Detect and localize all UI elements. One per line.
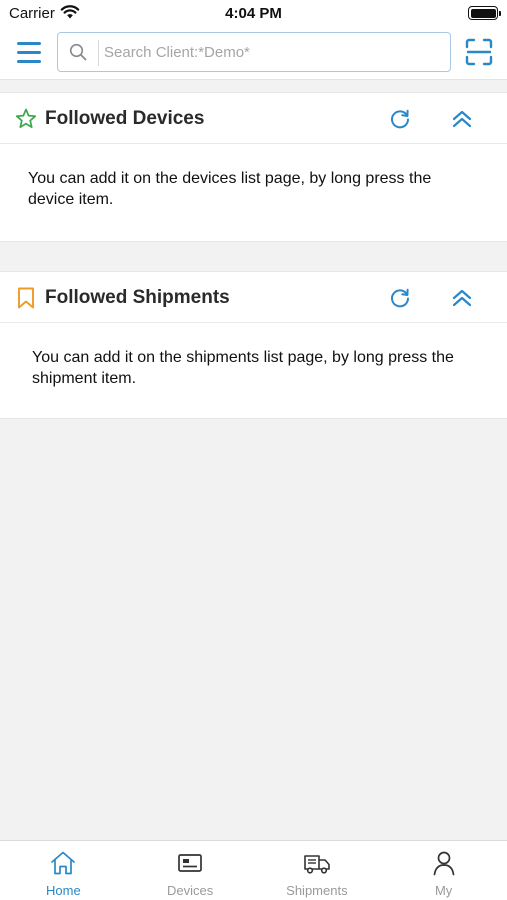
tab-home[interactable]: Home	[0, 841, 127, 900]
person-icon	[433, 851, 454, 876]
tab-label: Devices	[167, 883, 214, 898]
card-message: You can add it on the devices list page,…	[28, 170, 432, 208]
scan-icon[interactable]	[465, 38, 493, 66]
card-message: You can add it on the shipments list pag…	[32, 349, 454, 387]
followed-shipments-card: Followed Shipments You can add it on the…	[0, 271, 507, 419]
card-header: Followed Shipments	[0, 272, 507, 323]
device-card-icon	[178, 854, 202, 872]
refresh-icon[interactable]	[388, 286, 412, 310]
tab-devices[interactable]: Devices	[127, 841, 254, 900]
card-title: Followed Devices	[45, 108, 205, 129]
star-outline-icon	[15, 108, 37, 128]
tab-my[interactable]: My	[380, 841, 507, 900]
tab-label: Home	[46, 883, 81, 898]
battery-icon	[468, 6, 501, 20]
status-bar: Carrier 4:04 PM	[0, 0, 507, 28]
double-chevron-up-icon[interactable]	[450, 286, 474, 310]
search-icon	[69, 43, 87, 61]
hamburger-menu-button[interactable]	[17, 42, 41, 64]
card-title: Followed Shipments	[45, 287, 230, 308]
search-input[interactable]	[104, 38, 434, 66]
tab-label: Shipments	[286, 883, 348, 898]
followed-devices-card: Followed Devices You can add it on the d…	[0, 92, 507, 242]
truck-icon	[304, 855, 330, 874]
top-bar	[0, 28, 507, 80]
bookmark-icon	[18, 287, 34, 309]
refresh-icon[interactable]	[388, 107, 412, 131]
bottom-tab-bar: Home Devices Shipments My	[0, 840, 507, 900]
home-icon	[51, 851, 76, 875]
double-chevron-up-icon[interactable]	[450, 107, 474, 131]
search-divider	[98, 40, 99, 66]
tab-shipments[interactable]: Shipments	[254, 841, 381, 900]
clock: 4:04 PM	[225, 5, 282, 22]
card-header: Followed Devices	[0, 93, 507, 144]
tab-label: My	[434, 883, 453, 898]
search-box[interactable]	[57, 32, 451, 72]
